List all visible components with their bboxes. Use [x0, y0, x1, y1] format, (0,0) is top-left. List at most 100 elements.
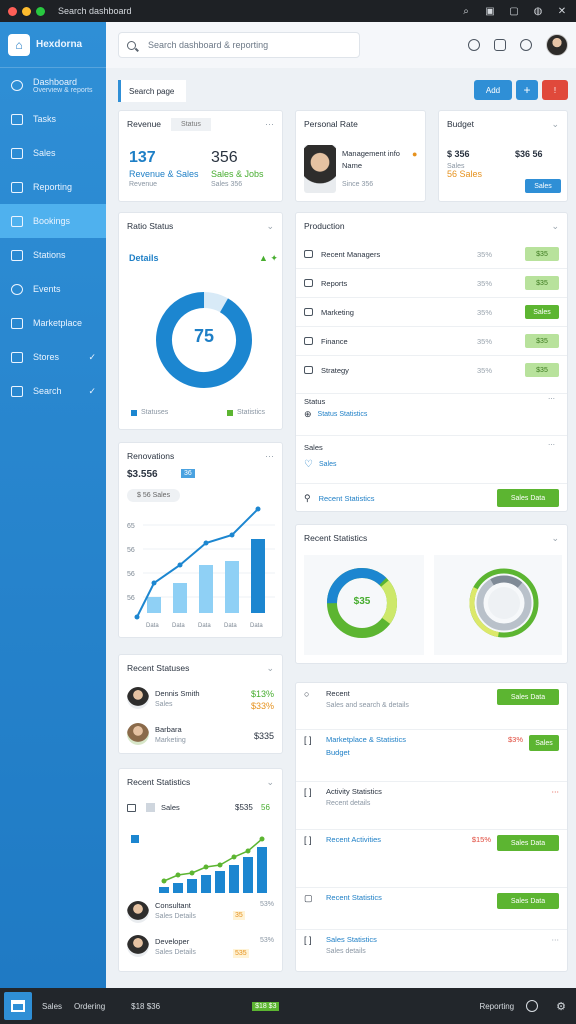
person-value: $13%: [250, 689, 274, 699]
status-row[interactable]: ⊕ Status Statistics: [304, 409, 367, 420]
donut-subtitle: Details: [129, 253, 159, 263]
activity-row[interactable]: [ ] Recent Activities $15% Sales Data: [296, 835, 567, 869]
activity-row[interactable]: [ ] Marketplace & Statistics Budget $3% Sale…: [296, 735, 567, 769]
search-input[interactable]: Search dashboard & reporting: [118, 32, 360, 58]
add-button[interactable]: Add: [474, 80, 512, 100]
help-icon[interactable]: [468, 39, 480, 51]
sidebar-item-label: Stations: [33, 250, 66, 260]
sidebar-item[interactable]: Reporting: [0, 170, 106, 204]
more-icon[interactable]: ⋯: [265, 119, 274, 130]
footer-row[interactable]: ⚲ Recent Statistics: [304, 493, 374, 504]
chevron-down-icon[interactable]: ⌄: [266, 777, 274, 788]
bell-icon[interactable]: [494, 39, 506, 51]
status-tag[interactable]: Status: [171, 117, 211, 131]
chevron-down-icon[interactable]: ⌄: [551, 533, 559, 544]
y-tick-label: 56: [127, 595, 135, 602]
activity-row[interactable]: [ ] Sales Statistics Sales details ⋯: [296, 935, 567, 969]
alert-button[interactable]: !: [542, 80, 568, 100]
sidebar-item[interactable]: Stores ✓: [0, 340, 106, 374]
list-item[interactable]: Reports 35% $35: [296, 272, 567, 294]
sidebar-item[interactable]: Marketplace: [0, 306, 106, 340]
tab-icon[interactable]: ▣: [484, 5, 496, 17]
start-button[interactable]: [4, 992, 32, 1020]
donuts-card: Recent Statistics ⌄ $35: [295, 524, 568, 664]
sidebar-item[interactable]: Sales: [0, 136, 106, 170]
minimize-window-icon[interactable]: [22, 6, 31, 16]
activity-button[interactable]: Sales Data: [497, 689, 559, 705]
more-icon[interactable]: ⌄: [266, 221, 274, 232]
sidebar-item-label: Sales: [33, 148, 56, 158]
activity-button[interactable]: Sales Data: [497, 893, 559, 909]
avatar: [127, 723, 149, 745]
chevron-down-icon[interactable]: ⌄: [551, 119, 559, 130]
sidebar-item[interactable]: Events: [0, 272, 106, 306]
bar: [187, 879, 197, 893]
list-item[interactable]: Finance 35% $35: [296, 330, 567, 352]
chat-icon: [11, 283, 23, 295]
activity-row[interactable]: ▢ Recent Statistics Sales Data: [296, 893, 567, 927]
taskbar-app[interactable]: Sales: [42, 1002, 62, 1011]
close-icon[interactable]: ✕: [556, 5, 568, 17]
activity-row[interactable]: ○ Recent Sales and search & details Sales D…: [296, 689, 567, 723]
x-tick-label: Data: [250, 623, 263, 629]
activity-button[interactable]: Sales Data: [497, 835, 559, 851]
list-item-button[interactable]: Sales: [525, 305, 559, 319]
sidebar-item[interactable]: Bookings: [0, 204, 106, 238]
list-item[interactable]: Recent Managers 35% $35: [296, 243, 567, 265]
search-icon[interactable]: ⌕: [460, 5, 472, 17]
budget-action-button[interactable]: Sales: [525, 179, 561, 193]
avatar[interactable]: [546, 34, 568, 56]
window-icon[interactable]: ▢: [508, 5, 520, 17]
more-icon[interactable]: ⋯: [552, 935, 560, 944]
sidebar-item[interactable]: Dashboard Overview & reports: [0, 68, 106, 102]
donut-center-value: $35: [353, 596, 371, 607]
list-item-pct: 35%: [477, 336, 493, 346]
sidebar-item[interactable]: Stations: [0, 238, 106, 272]
sales-row[interactable]: ♡ Sales: [304, 459, 336, 470]
list-item-button[interactable]: $35: [525, 334, 559, 348]
globe-icon[interactable]: ◍: [532, 5, 544, 17]
dot-icon: ●: [412, 149, 418, 159]
list-item-pct: 35%: [477, 278, 493, 288]
more-icon[interactable]: ⋯: [548, 441, 555, 449]
more-icon[interactable]: ⋯: [548, 395, 555, 403]
activity-button[interactable]: Sales: [529, 735, 559, 751]
more-icon[interactable]: ⋯: [265, 451, 274, 462]
more-icon[interactable]: ⋯: [552, 787, 560, 796]
list-item[interactable]: Strategy 35% $35: [296, 359, 567, 381]
activity-row[interactable]: [ ] Activity Statistics Recent details ⋯: [296, 787, 567, 821]
list-item[interactable]: Marketing 35% Sales: [296, 301, 567, 323]
settings-icon[interactable]: ⚙: [556, 1000, 566, 1013]
sidebar-item-sub: Overview & reports: [33, 86, 93, 94]
box-icon: [304, 250, 313, 258]
sales-data-button[interactable]: Sales Data: [497, 489, 559, 507]
trend-point: [175, 872, 181, 878]
list-item-button[interactable]: $35: [525, 363, 559, 377]
activity-title: Recent Statistics: [326, 893, 382, 902]
trend-point: [177, 562, 183, 568]
kpi-sub-2: Sales & Jobs: [211, 169, 264, 179]
perf-amount: $535: [235, 803, 253, 812]
sidebar-item[interactable]: Search ✓: [0, 374, 106, 408]
square-icon: ▢: [304, 893, 313, 903]
settings-icon[interactable]: [520, 39, 532, 51]
clock-icon[interactable]: [526, 1000, 539, 1012]
plus-button[interactable]: +: [516, 80, 538, 100]
x-tick-label: Data: [172, 623, 185, 629]
person-value-2: $33%: [250, 701, 274, 711]
chevron-down-icon[interactable]: ⌄: [551, 221, 559, 232]
brand[interactable]: ⌂ Hexdorna: [0, 22, 106, 68]
taskbar-app[interactable]: Ordering: [74, 1002, 105, 1011]
bar: [147, 597, 161, 613]
maximize-window-icon[interactable]: [36, 6, 45, 16]
list-item-button[interactable]: $35: [525, 247, 559, 261]
bar-pill[interactable]: $ 56 Sales: [127, 489, 181, 502]
chevron-down-icon[interactable]: ⌄: [266, 663, 274, 674]
person-sub: Sales: [155, 701, 173, 708]
window-icon: [11, 181, 23, 193]
trend-icon: ▲ ✦: [259, 253, 278, 263]
list-item-button[interactable]: $35: [525, 276, 559, 290]
avatar: [127, 687, 149, 709]
close-window-icon[interactable]: [8, 6, 17, 16]
sidebar-item[interactable]: Tasks: [0, 102, 106, 136]
